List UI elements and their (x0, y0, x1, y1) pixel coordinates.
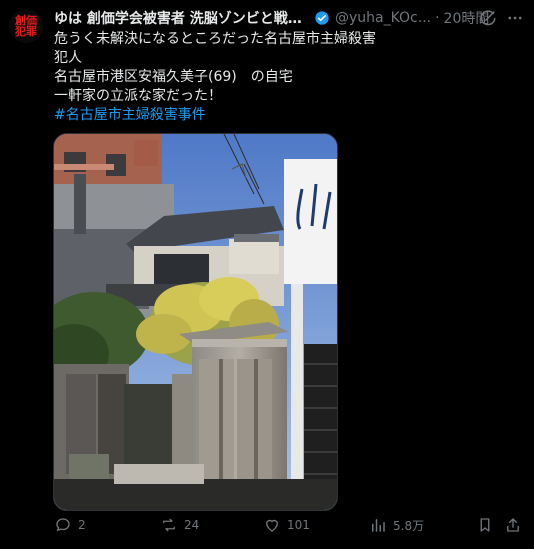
reply-count: 2 (78, 518, 86, 532)
display-name[interactable]: ゆは 創価学会被害者 洗脳ゾンビと戦う... (54, 8, 309, 28)
action-bar: 2 24 101 5.8万 (0, 516, 534, 540)
like-count: 101 (287, 518, 310, 532)
avatar-text-line2: 犯罪 (15, 25, 37, 38)
post-line-1: 危うく未解決になるところだった名古屋市主婦殺害 (54, 31, 376, 47)
like-button[interactable]: 101 (263, 516, 310, 534)
share-button[interactable] (504, 516, 522, 534)
post-line-2: 犯人 (54, 50, 82, 66)
grok-icon[interactable] (479, 9, 497, 27)
share-icon (507, 518, 519, 532)
separator: · (435, 10, 440, 26)
views-icon (372, 519, 385, 532)
reply-button[interactable]: 2 (54, 516, 86, 534)
post-text: 危うく未解決になるところだった名古屋市主婦殺害 犯人 名古屋市港区安福久美子(6… (54, 30, 376, 125)
verified-badge-icon[interactable] (314, 10, 330, 26)
house-photo-illustration (54, 134, 337, 510)
more-icon[interactable] (505, 9, 525, 27)
handle[interactable]: @yuha_KOc... (335, 10, 431, 26)
bookmark-icon (480, 518, 490, 532)
views-count: 5.8万 (393, 518, 425, 533)
post-header: ゆは 創価学会被害者 洗脳ゾンビと戦う... @yuha_KOc... · 20… (54, 8, 526, 28)
repost-icon (163, 518, 175, 532)
avatar[interactable]: 創価 犯罪 (9, 9, 43, 43)
reply-icon (56, 518, 70, 532)
post-photo[interactable] (53, 133, 338, 511)
views-button[interactable]: 5.8万 (369, 516, 424, 534)
like-icon (266, 519, 278, 532)
repost-button[interactable]: 24 (160, 516, 199, 534)
post-line-3: 名古屋市港区安福久美子(69) の自宅 (54, 69, 293, 85)
post-line-4: 一軒家の立派な家だった！ (54, 88, 222, 104)
bookmark-button[interactable] (476, 516, 494, 534)
repost-count: 24 (184, 518, 200, 532)
hashtag-link[interactable]: #名古屋市主婦殺害事件 (54, 106, 376, 125)
